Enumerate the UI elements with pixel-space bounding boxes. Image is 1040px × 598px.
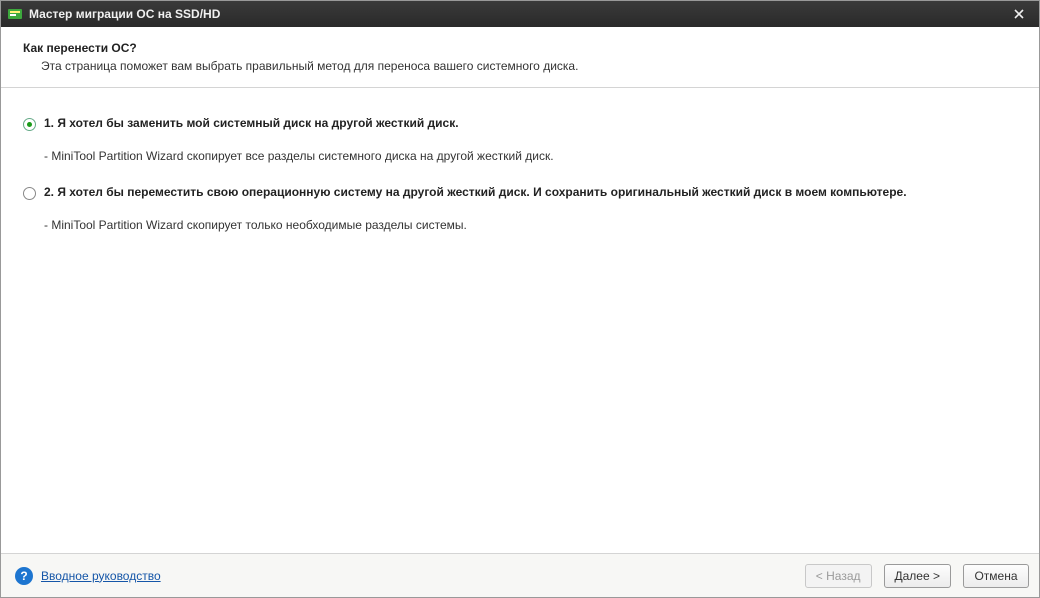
option-2-description: - MiniTool Partition Wizard скопирует то…: [44, 218, 1017, 232]
window-title: Мастер миграции ОС на SSD/HD: [29, 7, 1005, 21]
wizard-header: Как перенести ОС? Эта страница поможет в…: [1, 27, 1039, 88]
back-button[interactable]: < Назад: [805, 564, 872, 588]
radio-option-1[interactable]: [23, 118, 36, 131]
wizard-window: Мастер миграции ОС на SSD/HD Как перенес…: [0, 0, 1040, 598]
option-1-label[interactable]: 1. Я хотел бы заменить мой системный дис…: [44, 116, 459, 130]
cancel-button[interactable]: Отмена: [963, 564, 1029, 588]
close-button[interactable]: [1005, 1, 1033, 27]
radio-option-2[interactable]: [23, 187, 36, 200]
page-title: Как перенести ОС?: [23, 41, 1017, 55]
next-button[interactable]: Далее >: [884, 564, 952, 588]
wizard-footer: ? Вводное руководство < Назад Далее > От…: [1, 553, 1039, 597]
option-2-label[interactable]: 2. Я хотел бы переместить свою операцион…: [44, 185, 907, 199]
help-icon: ?: [15, 567, 33, 585]
page-subtitle: Эта страница поможет вам выбрать правиль…: [23, 59, 1017, 73]
wizard-content: 1. Я хотел бы заменить мой системный дис…: [1, 88, 1039, 553]
option-1-description: - MiniTool Partition Wizard скопирует вс…: [44, 149, 1017, 163]
option-move-os: 2. Я хотел бы переместить свою операцион…: [23, 185, 1017, 232]
option-replace-disk: 1. Я хотел бы заменить мой системный дис…: [23, 116, 1017, 163]
help-link[interactable]: Вводное руководство: [41, 569, 161, 583]
app-icon: [7, 6, 23, 22]
titlebar: Мастер миграции ОС на SSD/HD: [1, 1, 1039, 27]
